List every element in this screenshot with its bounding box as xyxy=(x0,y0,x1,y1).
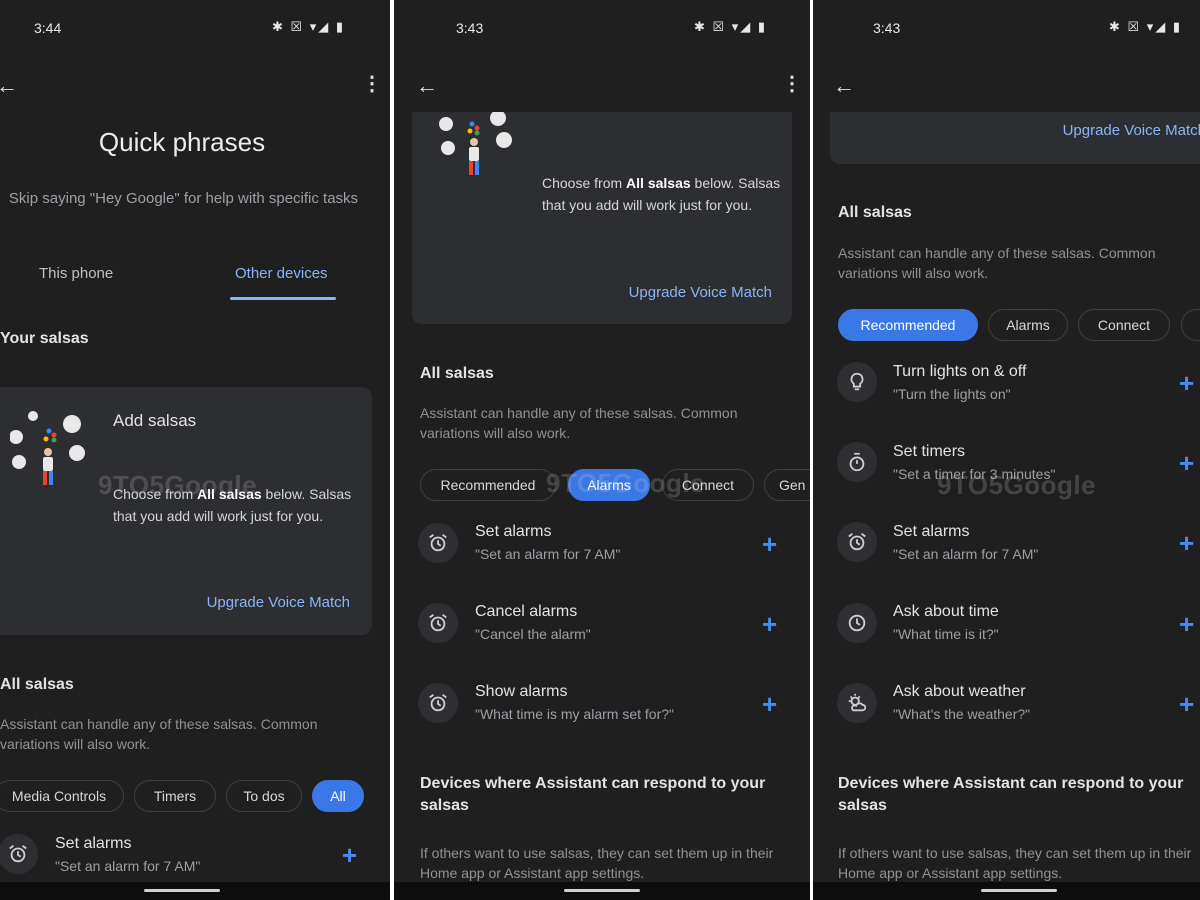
add-salsa-plus-icon[interactable]: + xyxy=(762,531,777,557)
upgrade-voice-match-link[interactable]: Upgrade Voice Match xyxy=(1063,122,1200,139)
row-example: "Set an alarm for 7 AM" xyxy=(55,858,201,874)
all-salsas-heading: All salsas xyxy=(0,676,74,693)
page-title: Quick phrases xyxy=(98,127,266,157)
add-salsa-plus-icon[interactable]: + xyxy=(762,611,777,637)
devices-description: If others want to use salsas, they can s… xyxy=(420,845,774,881)
add-salsa-plus-icon[interactable]: + xyxy=(1179,530,1194,556)
chip-alarms[interactable]: Alarms xyxy=(568,469,650,501)
home-indicator[interactable] xyxy=(981,889,1057,892)
back-arrow-icon[interactable]: ← xyxy=(0,75,18,97)
alarm-icon xyxy=(418,523,458,563)
row-example: "What time is it?" xyxy=(893,626,999,642)
all-salsas-heading: All salsas xyxy=(838,204,912,221)
people-illustration-icon xyxy=(10,411,85,485)
your-salsas-heading: Your salsas xyxy=(0,330,89,347)
add-salsas-card: Add salsas Choose from All salsas below.… xyxy=(0,387,372,635)
add-salsa-plus-icon[interactable]: + xyxy=(342,842,357,868)
status-time: 3:44 xyxy=(34,20,62,36)
add-salsas-description: Choose from All salsas below. Salsas tha… xyxy=(113,486,352,524)
active-tab-indicator xyxy=(230,297,336,300)
row-title: Set alarms xyxy=(893,523,970,540)
row-title: Set timers xyxy=(893,443,966,460)
chip-connect[interactable]: Connect xyxy=(1078,309,1170,341)
chip-media-controls[interactable]: Media Controls xyxy=(0,780,124,812)
chip-to-dos[interactable]: To dos xyxy=(226,780,302,812)
status-icons: ✱ ☒ ▾◢ ▮ xyxy=(272,19,346,34)
all-salsas-heading: All salsas xyxy=(420,365,494,382)
all-salsas-description: Assistant can handle any of these salsas… xyxy=(420,405,738,441)
add-salsa-plus-icon[interactable]: + xyxy=(1179,370,1194,396)
chip-recommended[interactable]: Recommended xyxy=(420,469,556,501)
chip-all[interactable]: All xyxy=(312,780,364,812)
status-icons: ✱ ☒ ▾◢ ▮ xyxy=(694,19,768,34)
screen-quick-phrases-recommended: 3:43 ✱ ☒ ▾◢ ▮ ← Upgrade Voice Match All … xyxy=(813,0,1200,900)
row-example: "Cancel the alarm" xyxy=(475,626,591,642)
devices-description: If others want to use salsas, they can s… xyxy=(838,845,1192,881)
tab-other-devices[interactable]: Other devices xyxy=(235,265,328,282)
add-salsa-plus-icon[interactable]: + xyxy=(762,691,777,717)
weather-icon xyxy=(837,683,877,723)
alarm-icon xyxy=(0,834,38,874)
row-example: "Set an alarm for 7 AM" xyxy=(475,546,621,562)
all-salsas-description: Assistant can handle any of these salsas… xyxy=(838,245,1156,281)
alarm-icon xyxy=(418,603,458,643)
upgrade-voice-match-link[interactable]: Upgrade Voice Match xyxy=(207,594,350,611)
screen-quick-phrases-other-devices: 3:44 ✱ ☒ ▾◢ ▮ ← ⋮ Quick phrases Skip say… xyxy=(0,0,390,900)
row-title: Turn lights on & off xyxy=(893,363,1027,380)
add-salsas-card: Upgrade Voice Match xyxy=(830,112,1200,164)
alarm-icon xyxy=(418,683,458,723)
row-title: Set alarms xyxy=(475,523,552,540)
status-time: 3:43 xyxy=(873,20,901,36)
row-example: "Set an alarm for 7 AM" xyxy=(893,546,1039,562)
row-title: Cancel alarms xyxy=(475,603,578,620)
people-illustration-icon xyxy=(439,112,512,175)
lightbulb-icon xyxy=(837,362,877,402)
all-salsas-description: Assistant can handle any of these salsas… xyxy=(0,716,318,752)
add-salsas-description: Choose from All salsas below. Salsas tha… xyxy=(542,175,781,213)
chip-connect[interactable]: Connect xyxy=(662,469,754,501)
upgrade-voice-match-link[interactable]: Upgrade Voice Match xyxy=(629,284,772,301)
add-salsas-card: Choose from All salsas below. Salsas tha… xyxy=(412,112,792,324)
home-indicator[interactable] xyxy=(144,889,220,892)
row-example: "What's the weather?" xyxy=(893,706,1031,722)
add-salsa-plus-icon[interactable]: + xyxy=(1179,611,1194,637)
devices-heading: Devices where Assistant can respond to y… xyxy=(838,775,1184,814)
chip-more[interactable] xyxy=(1181,309,1200,341)
status-time: 3:43 xyxy=(456,20,484,36)
back-arrow-icon[interactable]: ← xyxy=(833,75,855,97)
more-options-icon[interactable]: ⋮ xyxy=(782,74,802,94)
row-example: "What time is my alarm set for?" xyxy=(475,706,674,722)
clock-icon xyxy=(837,603,877,643)
row-title: Ask about time xyxy=(893,603,999,620)
row-example: "Turn the lights on" xyxy=(893,386,1011,402)
row-example: "Set a timer for 3 minutes" xyxy=(893,466,1056,482)
back-arrow-icon[interactable]: ← xyxy=(416,75,438,97)
devices-heading: Devices where Assistant can respond to y… xyxy=(420,775,766,814)
more-options-icon[interactable]: ⋮ xyxy=(362,74,382,94)
tab-this-phone[interactable]: This phone xyxy=(39,265,113,282)
home-indicator[interactable] xyxy=(564,889,640,892)
chip-recommended[interactable]: Recommended xyxy=(838,309,978,341)
add-salsa-plus-icon[interactable]: + xyxy=(1179,450,1194,476)
row-title: Ask about weather xyxy=(893,683,1026,700)
add-salsas-title: Add salsas xyxy=(113,411,197,430)
screen-quick-phrases-alarms: 3:43 ✱ ☒ ▾◢ ▮ ← ⋮ Choose from All salsas… xyxy=(394,0,810,900)
status-icons: ✱ ☒ ▾◢ ▮ xyxy=(1109,19,1183,34)
alarm-icon xyxy=(837,522,877,562)
row-title: Show alarms xyxy=(475,683,568,700)
timer-icon xyxy=(837,442,877,482)
row-title: Set alarms xyxy=(55,835,132,852)
add-salsa-plus-icon[interactable]: + xyxy=(1179,691,1194,717)
chip-general[interactable]: Gen xyxy=(764,469,810,501)
chip-timers[interactable]: Timers xyxy=(134,780,216,812)
chip-alarms[interactable]: Alarms xyxy=(988,309,1068,341)
page-subtitle: Skip saying "Hey Google" for help with s… xyxy=(8,190,359,207)
